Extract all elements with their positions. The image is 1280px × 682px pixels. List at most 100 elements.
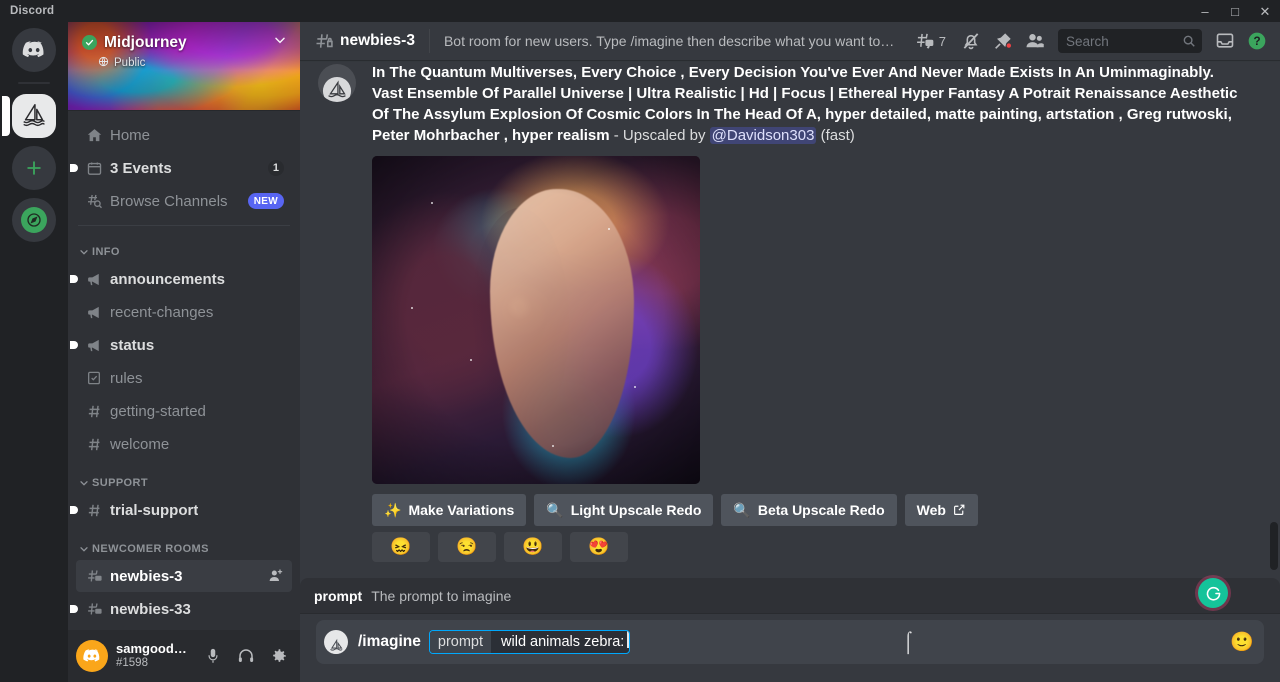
sidebar-item-getting-started[interactable]: getting-started xyxy=(76,395,292,427)
username: samgoodw... xyxy=(116,642,193,657)
svg-text:?: ? xyxy=(1253,35,1260,48)
generated-image-attachment[interactable] xyxy=(372,156,700,484)
category-support[interactable]: SUPPORT xyxy=(68,461,300,493)
channel-list: Home 3 Events 1 Browse Channels NEW xyxy=(68,110,300,630)
category-newcomer-rooms[interactable]: NEWCOMER ROOMS xyxy=(68,527,300,559)
sidebar-item-status[interactable]: status xyxy=(76,329,292,361)
message-reactions: 😖 😒 😃 😍 xyxy=(372,532,1248,562)
sidebar-item-recent-changes-label: recent-changes xyxy=(110,304,213,321)
deafen-button[interactable] xyxy=(234,642,259,670)
sidebar-item-welcome[interactable]: welcome xyxy=(76,428,292,460)
mute-microphone-button[interactable] xyxy=(201,642,226,670)
composer-area: prompt The prompt to imagine /imagine pr… xyxy=(300,578,1280,682)
sidebar-item-recent-changes[interactable]: recent-changes xyxy=(76,296,292,328)
globe-icon xyxy=(98,54,109,72)
guild-midjourney[interactable] xyxy=(12,94,56,138)
hash-thread-icon xyxy=(84,599,104,619)
heart-eyes-reaction[interactable]: 😍 xyxy=(570,532,628,562)
sidebar-item-newbies-33[interactable]: newbies-33 xyxy=(76,593,292,625)
category-newcomer-rooms-label: NEWCOMER ROOMS xyxy=(92,543,209,555)
beta-upscale-redo-button[interactable]: 🔍 Beta Upscale Redo xyxy=(721,494,896,526)
guild-header[interactable]: Midjourney Public xyxy=(68,22,300,110)
microphone-icon xyxy=(204,647,222,665)
selected-server-pill xyxy=(2,96,10,136)
guild-name: Midjourney xyxy=(104,34,187,52)
main-content: newbies-3 Bot room for new users. Type /… xyxy=(300,22,1280,682)
hash-lock-icon xyxy=(314,31,334,51)
discord-logo-icon xyxy=(82,646,102,666)
chevron-down-icon xyxy=(78,246,90,258)
sidebar-item-home[interactable]: Home xyxy=(76,119,292,151)
sidebar-item-announcements-label: announcements xyxy=(110,271,225,288)
chevron-down-icon xyxy=(78,477,90,489)
scrollbar-track xyxy=(1270,60,1278,578)
sidebar-divider xyxy=(78,225,290,226)
message-scrollbar[interactable] xyxy=(1270,60,1278,578)
add-server-button[interactable] xyxy=(12,146,56,190)
notification-settings-button[interactable] xyxy=(956,26,986,56)
user-mention[interactable]: @Davidson303 xyxy=(710,127,817,144)
threads-button[interactable] xyxy=(910,26,940,56)
magnifier-icon: 🔍 xyxy=(733,503,750,517)
pin-icon xyxy=(993,31,1013,51)
sidebar-item-announcements[interactable]: announcements xyxy=(76,263,292,295)
category-info-label: INFO xyxy=(92,246,120,258)
sidebar-item-rules-label: rules xyxy=(110,370,143,387)
help-button[interactable]: ? xyxy=(1242,26,1272,56)
member-list-button[interactable] xyxy=(1020,26,1050,56)
rules-icon xyxy=(84,368,104,388)
header-divider xyxy=(429,29,430,53)
sidebar-item-rules[interactable]: rules xyxy=(76,362,292,394)
confounded-face-reaction[interactable]: 😖 xyxy=(372,532,430,562)
make-variations-button[interactable]: ✨ Make Variations xyxy=(372,494,526,526)
light-upscale-redo-button[interactable]: 🔍 Light Upscale Redo xyxy=(534,494,713,526)
search-input[interactable]: Search xyxy=(1058,29,1202,53)
message-scroll-area[interactable]: In The Quantum Multiverses, Every Choice… xyxy=(300,60,1280,578)
invite-person-icon[interactable] xyxy=(268,568,284,584)
scrollbar-thumb[interactable] xyxy=(1270,522,1278,570)
sidebar-item-trial-support[interactable]: trial-support xyxy=(76,494,292,526)
guild-discord-home[interactable] xyxy=(12,28,56,72)
pinned-messages-button[interactable] xyxy=(988,26,1018,56)
sidebar-item-home-label: Home xyxy=(110,127,150,144)
chevron-down-icon[interactable] xyxy=(272,32,288,53)
inbox-icon xyxy=(1215,31,1235,51)
command-argument-key: prompt xyxy=(430,631,491,653)
maximize-button[interactable]: □ xyxy=(1220,0,1250,22)
avatar[interactable] xyxy=(76,640,108,672)
compass-icon xyxy=(26,212,42,228)
minimize-button[interactable]: – xyxy=(1190,0,1220,22)
grammarly-icon[interactable] xyxy=(1198,578,1228,608)
chevron-down-icon xyxy=(78,543,90,555)
sidebar-item-newbies-3[interactable]: newbies-3 xyxy=(76,560,292,592)
app-title: Discord xyxy=(10,5,54,17)
channel-topic[interactable]: Bot room for new users. Type /imagine th… xyxy=(444,33,896,49)
server-rail xyxy=(0,22,68,682)
command-argument-chip[interactable]: prompt wild animals zebra: xyxy=(429,630,630,654)
inbox-button[interactable] xyxy=(1210,26,1240,56)
events-badge: 1 xyxy=(268,160,284,176)
user-settings-button[interactable] xyxy=(267,642,292,670)
sparkles-icon: ✨ xyxy=(384,503,401,517)
web-label: Web xyxy=(917,502,946,518)
guild-visibility-label: Public xyxy=(114,57,145,69)
web-button[interactable]: Web xyxy=(905,494,978,526)
midjourney-bot-avatar[interactable] xyxy=(318,64,356,102)
message-input[interactable]: /imagine prompt wild animals zebra: ⌠ 🙂 xyxy=(316,620,1264,664)
explore-servers-button[interactable] xyxy=(12,198,56,242)
sidebar-item-events-label: 3 Events xyxy=(110,160,172,177)
sidebar-item-browse-channels[interactable]: Browse Channels NEW xyxy=(76,185,292,217)
user-panel: samgoodw... #1598 xyxy=(68,630,300,682)
category-info[interactable]: INFO xyxy=(68,230,300,262)
unread-indicator xyxy=(70,605,78,613)
rail-divider xyxy=(18,82,50,84)
message-list: In The Quantum Multiverses, Every Choice… xyxy=(300,60,1280,578)
sidebar-item-events[interactable]: 3 Events 1 xyxy=(76,152,292,184)
close-button[interactable]: ✕ xyxy=(1250,0,1280,22)
unamused-face-reaction[interactable]: 😒 xyxy=(438,532,496,562)
bell-muted-icon xyxy=(961,31,981,51)
emoji-picker-icon[interactable]: 🙂 xyxy=(1230,630,1254,654)
grinning-face-reaction[interactable]: 😃 xyxy=(504,532,562,562)
mouse-text-cursor: ⌠ xyxy=(902,632,914,652)
command-option-hint: prompt The prompt to imagine xyxy=(300,578,1280,614)
